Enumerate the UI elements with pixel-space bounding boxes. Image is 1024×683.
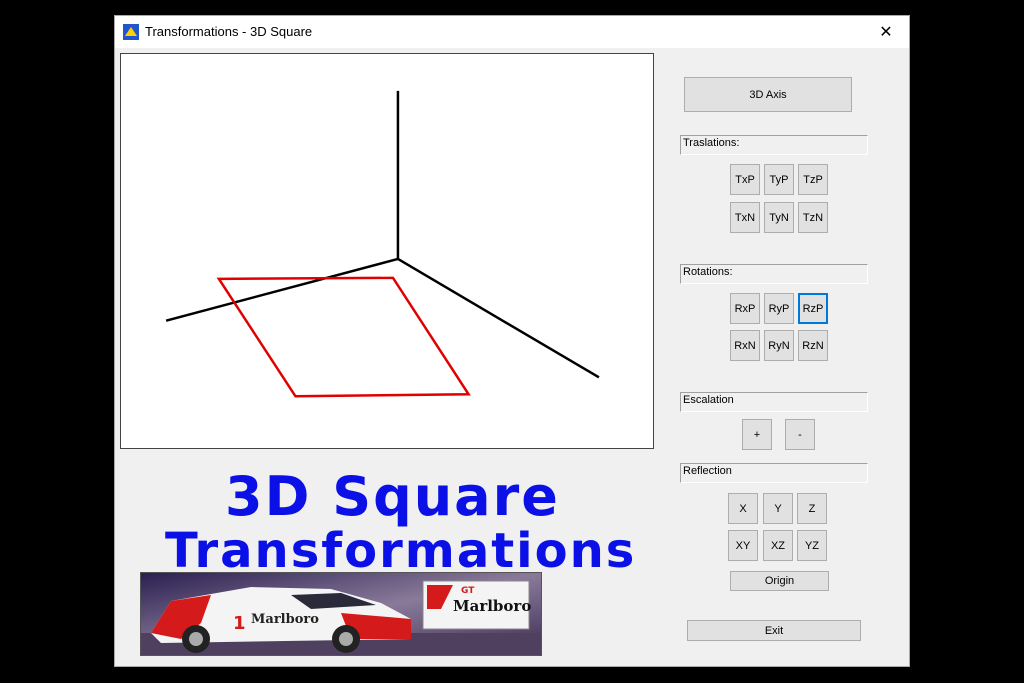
close-button[interactable]: ✕: [863, 16, 909, 48]
reflection-label: Reflection: [680, 463, 868, 483]
reflect-z-button[interactable]: Z: [797, 493, 827, 524]
reflect-xz-button[interactable]: XZ: [763, 530, 793, 561]
rotations-label: Rotations:: [680, 264, 868, 284]
race-car-picture: 1 Marlboro GT Marlboro: [141, 573, 541, 655]
origin-button[interactable]: Origin: [730, 571, 829, 591]
scale-up-button[interactable]: +: [742, 419, 772, 450]
logo-gt-text: GT: [461, 586, 475, 596]
car-brand-text: Marlboro: [251, 612, 319, 627]
3d-axis-button[interactable]: 3D Axis: [684, 77, 852, 112]
app-icon: [123, 24, 139, 40]
axis-x: [165, 257, 399, 322]
car-number: 1: [233, 613, 246, 634]
tyn-button[interactable]: TyN: [764, 202, 794, 233]
close-icon: ✕: [879, 24, 893, 41]
reflect-x-button[interactable]: X: [728, 493, 758, 524]
logo-brand-text: Marlboro: [453, 597, 531, 615]
tzn-button[interactable]: TzN: [798, 202, 828, 233]
race-car-image: 1 Marlboro GT Marlboro: [140, 572, 542, 656]
ryn-button[interactable]: RyN: [764, 330, 794, 361]
ryp-button[interactable]: RyP: [764, 293, 794, 324]
reflect-xy-button[interactable]: XY: [728, 530, 758, 561]
txn-button[interactable]: TxN: [730, 202, 760, 233]
scale-down-button[interactable]: -: [785, 419, 815, 450]
typ-button[interactable]: TyP: [764, 164, 794, 195]
banner-line-2: Transformations: [165, 523, 637, 579]
rxn-button[interactable]: RxN: [730, 330, 760, 361]
rxp-button[interactable]: RxP: [730, 293, 760, 324]
reflect-y-button[interactable]: Y: [763, 493, 793, 524]
window-title: Transformations - 3D Square: [145, 24, 313, 39]
title-bar: Transformations - 3D Square ✕: [115, 16, 909, 48]
drawing-canvas[interactable]: [120, 53, 654, 449]
app-window: Transformations - 3D Square ✕ 3D Axis Tr…: [114, 15, 910, 667]
tzp-button[interactable]: TzP: [798, 164, 828, 195]
banner-line-1: 3D Square: [225, 465, 560, 528]
axis-z: [397, 257, 600, 379]
translations-label: Traslations:: [680, 135, 868, 155]
exit-button[interactable]: Exit: [687, 620, 861, 641]
rzn-button[interactable]: RzN: [798, 330, 828, 361]
escalation-label: Escalation: [680, 392, 868, 412]
txp-button[interactable]: TxP: [730, 164, 760, 195]
rzp-button[interactable]: RzP: [798, 293, 828, 324]
reflect-yz-button[interactable]: YZ: [797, 530, 827, 561]
